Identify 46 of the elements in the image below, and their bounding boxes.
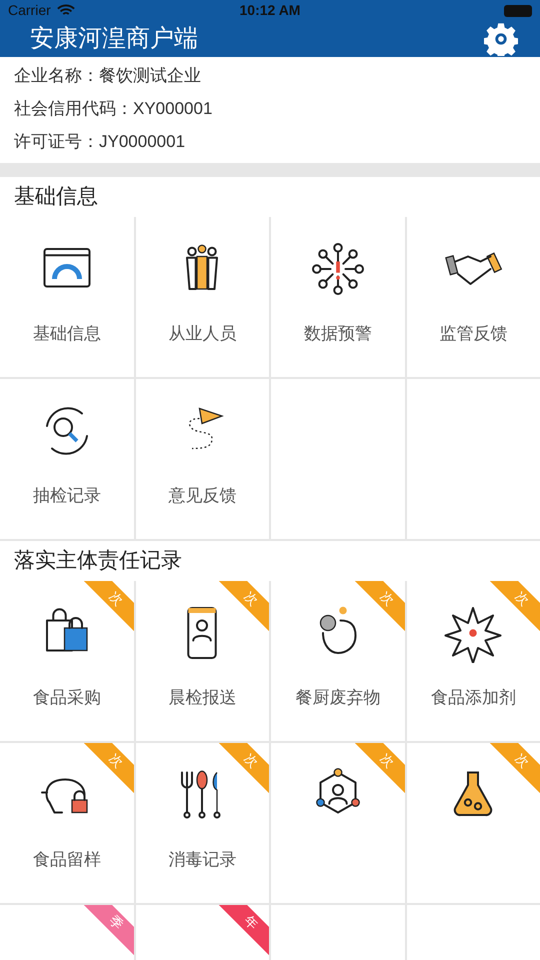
menu-tile[interactable]: 监管反馈	[406, 217, 540, 377]
section-title: 基础信息	[14, 184, 98, 210]
wifi-icon	[56, 4, 75, 17]
menu-tile[interactable]: 意见反馈	[136, 379, 269, 539]
company-info: 许可证号：JY0000001	[14, 131, 186, 153]
tile-label: 食品留样	[32, 849, 101, 871]
frequency-ribbon: 次	[354, 581, 404, 631]
menu-tile[interactable]: 抽检记录	[0, 379, 134, 539]
frequency-ribbon: 次	[219, 581, 269, 631]
tile-label: 食品添加剂	[430, 687, 516, 709]
carrier-label: Carrier	[8, 1, 51, 20]
menu-tile[interactable]: 次 食品添加剂	[406, 581, 540, 741]
menu-tile[interactable]: 年	[136, 905, 269, 960]
frequency-ribbon: 次	[219, 743, 269, 793]
frequency-ribbon: 次	[354, 743, 404, 793]
menu-tile[interactable]: 从业人员	[136, 217, 269, 377]
menu-tile[interactable]: 次 食品采购	[0, 581, 134, 741]
battery-icon	[504, 4, 532, 16]
frequency-ribbon: 次	[490, 743, 540, 793]
tile-label: 晨检报送	[168, 687, 236, 709]
tile-label: 意见反馈	[168, 485, 236, 507]
tile-label: 数据预警	[304, 323, 372, 345]
menu-tile[interactable]: 次 消毒记录	[136, 743, 269, 903]
app-title: 安康河湟商户端	[30, 24, 198, 54]
tile-label: 从业人员	[168, 323, 236, 345]
tile-label: 食品采购	[32, 687, 101, 709]
frequency-ribbon: 季	[84, 905, 134, 955]
menu-tile[interactable]: 基础信息	[0, 217, 134, 377]
frequency-ribbon: 年	[219, 905, 269, 955]
menu-tile[interactable]: 次 晨检报送	[136, 581, 269, 741]
settings-icon[interactable]	[484, 22, 518, 56]
menu-tile[interactable]: 次 餐厨废弃物	[271, 581, 404, 741]
tile-label: 监管反馈	[439, 323, 508, 345]
tile-label: 餐厨废弃物	[295, 687, 380, 709]
tile-label: 抽检记录	[32, 485, 101, 507]
tile-label: 消毒记录	[168, 849, 236, 871]
status-time: 10:12 AM	[240, 1, 300, 20]
menu-tile[interactable]: 次 食品留样	[0, 743, 134, 903]
section-title: 落实主体责任记录	[14, 548, 182, 574]
company-info: 企业名称：餐饮测试企业	[14, 65, 202, 87]
frequency-ribbon: 次	[84, 581, 134, 631]
company-info: 社会信用代码：XY000001	[14, 98, 214, 120]
tile-label: 基础信息	[32, 323, 101, 345]
menu-tile[interactable]: 数据预警	[271, 217, 404, 377]
frequency-ribbon: 次	[490, 581, 540, 631]
frequency-ribbon: 次	[84, 743, 134, 793]
